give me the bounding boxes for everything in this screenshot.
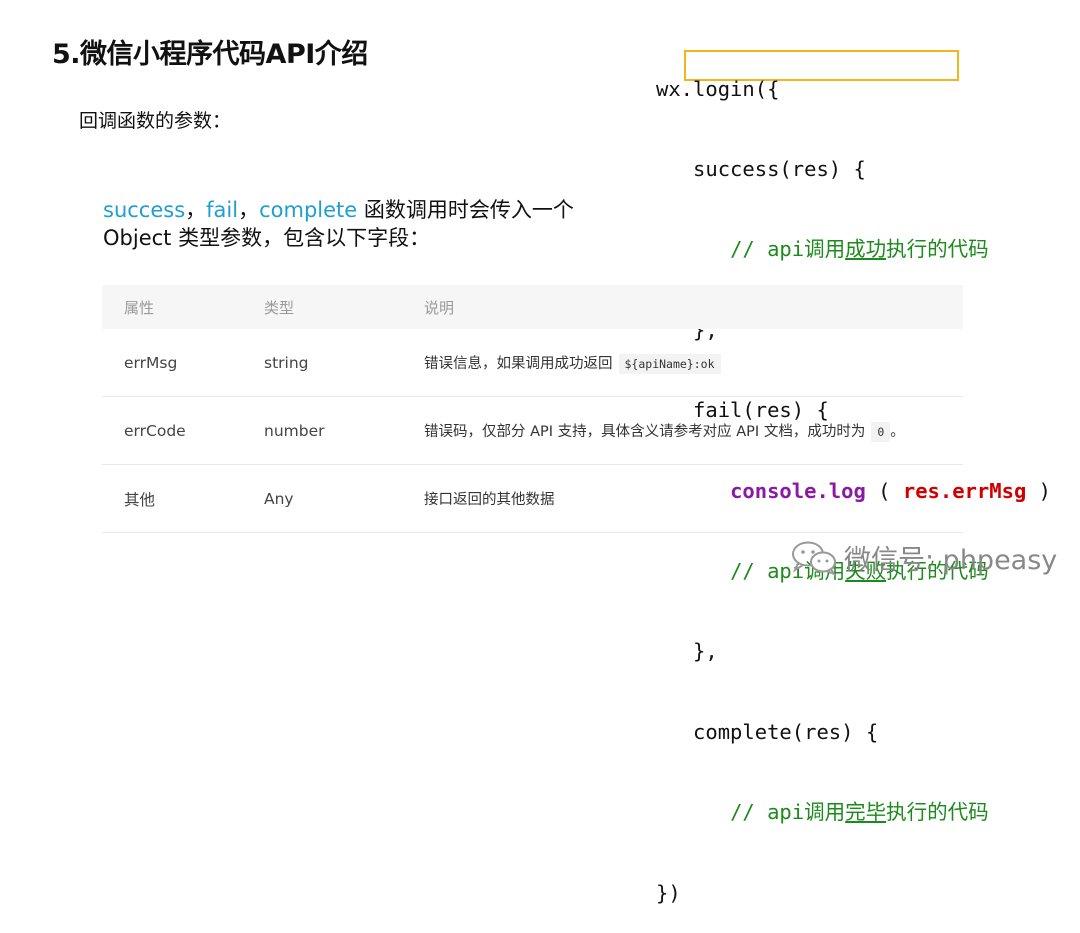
table-row: 其他 Any 接口返回的其他数据 <box>102 464 963 533</box>
code-comment: // api调用完毕执行的代码 <box>730 800 989 825</box>
code-line: success(res) { <box>693 156 866 181</box>
header-description: 说明 <box>423 285 963 329</box>
header-property: 属性 <box>102 285 263 329</box>
table-row: errCode number 错误码，仅部分 API 支持，具体含义请参考对应 … <box>102 396 963 465</box>
cell-type: string <box>263 329 423 397</box>
cell-type: number <box>263 396 423 465</box>
keyword-success: success <box>103 198 186 222</box>
header-type: 类型 <box>263 285 423 329</box>
cell-name: errMsg <box>102 329 263 397</box>
description-text: 函数调用时会传入一个 <box>357 198 574 222</box>
separator: ， <box>185 198 207 222</box>
code-comment: // api调用成功执行的代码 <box>730 237 989 262</box>
keyword-complete: complete <box>259 198 358 222</box>
cell-description: 接口返回的其他数据 <box>423 464 963 533</box>
inline-code: 0 <box>871 422 891 442</box>
code-line: }, <box>693 639 718 664</box>
cell-description: 错误信息，如果调用成功返回 ${apiName}:ok <box>423 329 963 397</box>
table-header-row: 属性 类型 说明 <box>102 285 963 329</box>
keyword-fail: fail <box>206 198 239 222</box>
separator: ， <box>238 198 260 222</box>
cell-name: 其他 <box>102 464 263 533</box>
cell-type: Any <box>263 464 423 533</box>
description: success，fail，complete 函数调用时会传入一个 Object … <box>103 196 623 252</box>
watermark: 微信号: phpeasy <box>790 538 1057 577</box>
inline-code: ${apiName}:ok <box>618 354 721 374</box>
watermark-text: 微信号: phpeasy <box>844 545 1058 576</box>
code-line: complete(res) { <box>693 719 879 744</box>
table-row: errMsg string 错误信息，如果调用成功返回 ${apiName}:ok <box>102 329 963 397</box>
code-line: wx.login({ <box>656 76 780 101</box>
cell-name: errCode <box>102 396 263 465</box>
wechat-icon <box>792 541 837 576</box>
slide-title: 5.微信小程序代码API介绍 <box>52 39 368 70</box>
code-line: }) <box>656 880 681 905</box>
description-line-2: Object 类型参数，包含以下字段： <box>103 226 431 250</box>
description-line-1: success，fail，complete 函数调用时会传入一个 <box>103 196 623 224</box>
params-table: 属性 类型 说明 errMsg string 错误信息，如果调用成功返回 ${ap… <box>102 285 963 533</box>
cell-description: 错误码，仅部分 API 支持，具体含义请参考对应 API 文档，成功时为 0。 <box>423 396 963 465</box>
slide-subtitle: 回调函数的参数： <box>79 110 232 132</box>
